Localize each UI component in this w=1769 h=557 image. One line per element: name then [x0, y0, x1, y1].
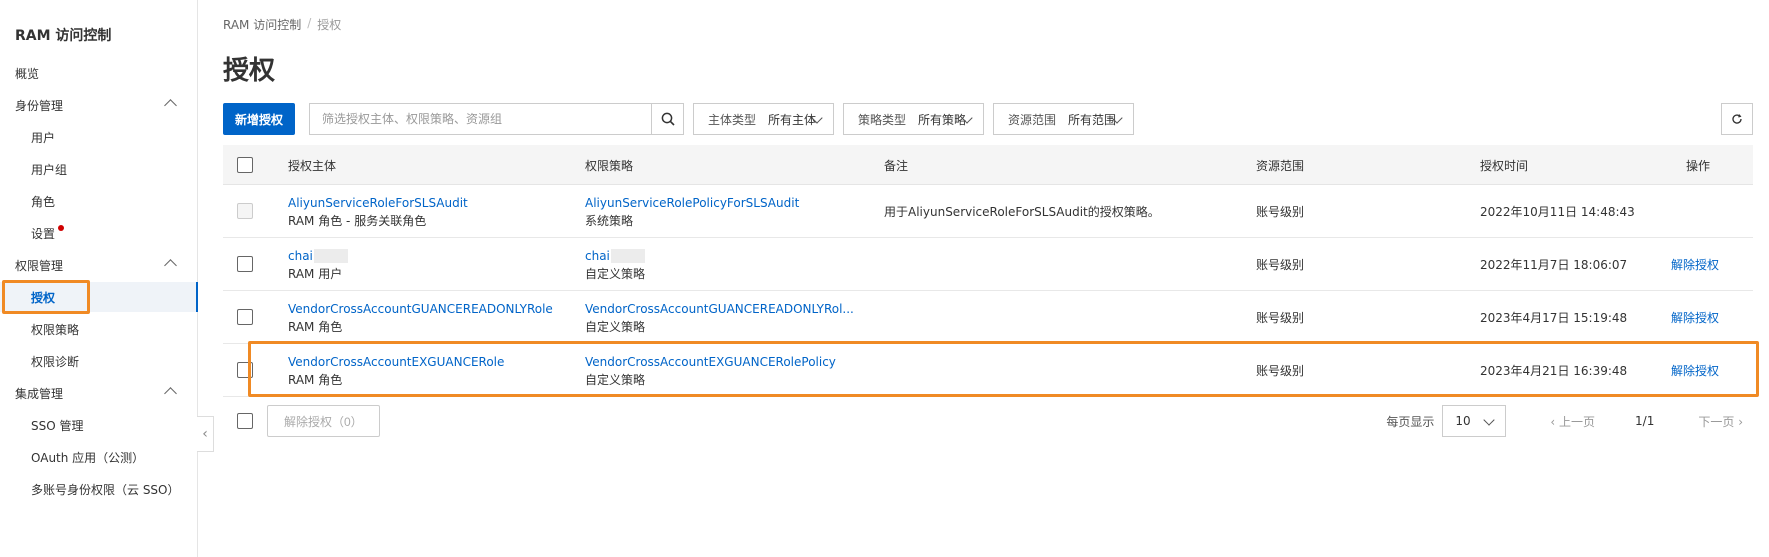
grant-time: 2023年4月21日 16:39:48 — [1480, 364, 1628, 378]
page-title: 授权 — [223, 56, 276, 86]
refresh-button[interactable] — [1721, 103, 1753, 135]
column-header: 资源范围 — [1256, 158, 1305, 173]
principal-type: RAM 用户 — [288, 266, 343, 281]
resource-scope: 账号级别 — [1256, 205, 1305, 219]
sidebar-item-cloud-sso[interactable]: 多账号身份权限（云 SSO） — [0, 474, 197, 504]
sidebar-group-integration[interactable]: 集成管理 — [0, 378, 197, 408]
pagination: 每页显示 10 ‹ 上一页 1/1 下一页 › — [1386, 405, 1743, 437]
principal-type: RAM 角色 — [288, 372, 343, 387]
grant-time: 2023年4月17日 15:19:48 — [1480, 311, 1628, 325]
policy-type: 系统策略 — [585, 213, 634, 228]
table-row: chai RAM 用户 chai 自定义策略 账号级别 2022年11月7日 18:… — [223, 238, 1753, 291]
column-header: 授权时间 — [1480, 158, 1529, 173]
policy-type: 自定义策略 — [585, 372, 646, 387]
revoke-link[interactable]: 解除授权 — [1671, 256, 1719, 273]
sidebar-group-permissions[interactable]: 权限管理 — [0, 250, 197, 280]
policy-link[interactable]: AliyunServiceRolePolicyForSLSAudit — [585, 194, 799, 212]
principal-link[interactable]: chai — [288, 247, 348, 265]
resource-scope: 账号级别 — [1256, 258, 1305, 272]
breadcrumb: RAM 访问控制 / 授权 — [223, 16, 341, 33]
resource-scope: 账号级别 — [1256, 364, 1305, 378]
sidebar-item-overview[interactable]: 概览 — [0, 58, 197, 88]
add-grant-button[interactable]: 新增授权 — [223, 103, 296, 135]
filter-principal-type[interactable]: 主体类型 所有主体 — [693, 103, 834, 135]
batch-revoke-button: 解除授权（0） — [267, 405, 380, 437]
breadcrumb-current: 授权 — [317, 18, 342, 32]
select-all-checkbox[interactable] — [237, 157, 253, 173]
policy-type: 自定义策略 — [585, 319, 646, 334]
table-row: VendorCrossAccountEXGUANCERole RAM 角色 Ven… — [223, 344, 1753, 397]
filter-resource-scope[interactable]: 资源范围 所有范围 — [993, 103, 1134, 135]
sidebar-item-oauth[interactable]: OAuth 应用（公测） — [0, 442, 197, 472]
redacted-mask — [610, 249, 645, 263]
sidebar-item-policies[interactable]: 权限策略 — [0, 314, 197, 344]
principal-link[interactable]: VendorCrossAccountGUANCEREADONLYRole — [288, 300, 553, 318]
chevron-up-icon — [164, 259, 177, 272]
column-header: 权限策略 — [585, 158, 634, 173]
search-input[interactable] — [310, 104, 651, 134]
row-checkbox[interactable] — [237, 256, 253, 272]
main-content: RAM 访问控制 / 授权 授权 新增授权 主体类型 所有主体 策略类型 所有策… — [198, 0, 1769, 557]
revoke-link[interactable]: 解除授权 — [1671, 309, 1719, 326]
sidebar-item-roles[interactable]: 角色 — [0, 186, 197, 216]
chevron-up-icon — [164, 387, 177, 400]
sidebar-item-sso[interactable]: SSO 管理 — [0, 410, 197, 440]
table-header: 授权主体 权限策略 备注 资源范围 授权时间 操作 — [223, 145, 1753, 185]
page-size-label: 每页显示 — [1386, 414, 1435, 429]
page-indicator: 1/1 — [1635, 414, 1655, 428]
filter-policy-type[interactable]: 策略类型 所有策略 — [843, 103, 984, 135]
revoke-link[interactable]: 解除授权 — [1671, 362, 1719, 379]
principal-type: RAM 角色 — [288, 319, 343, 334]
prev-page-button[interactable]: ‹ 上一页 — [1550, 413, 1595, 430]
sidebar-item-diagnostics[interactable]: 权限诊断 — [0, 346, 197, 376]
sidebar-item-user-groups[interactable]: 用户组 — [0, 154, 197, 184]
policy-link[interactable]: chai — [585, 247, 645, 265]
sidebar-item-settings[interactable]: 设置 — [0, 218, 197, 248]
sidebar: RAM 访问控制 概览 身份管理 用户 用户组 角色 设置 权限管理 授权 权限… — [0, 0, 198, 557]
row-checkbox[interactable] — [237, 309, 253, 325]
row-checkbox[interactable] — [237, 362, 253, 378]
sidebar-item-users[interactable]: 用户 — [0, 122, 197, 152]
table-row: VendorCrossAccountGUANCEREADONLYRole RAM … — [223, 291, 1753, 344]
select-all-footer-checkbox[interactable] — [237, 413, 253, 429]
sidebar-title: RAM 访问控制 — [15, 28, 112, 44]
note: 用于AliyunServiceRoleForSLSAudit的授权策略。 — [884, 205, 1160, 219]
chevron-up-icon — [164, 99, 177, 112]
toolbar: 新增授权 主体类型 所有主体 策略类型 所有策略 资源范围 所有范围 — [223, 103, 1753, 135]
policy-type: 自定义策略 — [585, 266, 646, 281]
redacted-mask — [313, 249, 348, 263]
policy-link[interactable]: VendorCrossAccountEXGUANCERolePolicy — [585, 353, 836, 371]
search-icon — [661, 112, 675, 126]
table-row: AliyunServiceRoleForSLSAudit RAM 角色 - 服务关… — [223, 185, 1753, 238]
search-button[interactable] — [651, 104, 683, 134]
breadcrumb-root[interactable]: RAM 访问控制 — [223, 16, 301, 33]
grant-time: 2022年10月11日 14:48:43 — [1480, 205, 1635, 219]
policy-link[interactable]: VendorCrossAccountGUANCEREADONLYRol... — [585, 300, 854, 318]
search-box — [309, 103, 684, 135]
resource-scope: 账号级别 — [1256, 311, 1305, 325]
grants-table: 授权主体 权限策略 备注 资源范围 授权时间 操作 AliyunServiceR… — [223, 145, 1753, 397]
principal-type: RAM 角色 - 服务关联角色 — [288, 213, 427, 228]
sidebar-group-identity[interactable]: 身份管理 — [0, 90, 197, 120]
notification-dot — [58, 225, 65, 231]
column-header: 备注 — [884, 158, 909, 173]
page-size-select[interactable]: 10 — [1442, 405, 1507, 437]
column-header: 授权主体 — [288, 158, 337, 173]
breadcrumb-separator: / — [307, 16, 312, 30]
refresh-icon — [1732, 114, 1742, 124]
principal-link[interactable]: VendorCrossAccountEXGUANCERole — [288, 353, 504, 371]
sidebar-item-grants[interactable]: 授权 — [0, 282, 198, 312]
column-header: 操作 — [1686, 158, 1711, 173]
grant-time: 2022年11月7日 18:06:07 — [1480, 258, 1628, 272]
next-page-button[interactable]: 下一页 › — [1698, 413, 1743, 430]
row-checkbox — [237, 203, 253, 219]
principal-link[interactable]: AliyunServiceRoleForSLSAudit — [288, 194, 468, 212]
chevron-down-icon — [1483, 414, 1496, 426]
table-footer: 解除授权（0） 每页显示 10 ‹ 上一页 1/1 下一页 › — [223, 405, 1753, 439]
